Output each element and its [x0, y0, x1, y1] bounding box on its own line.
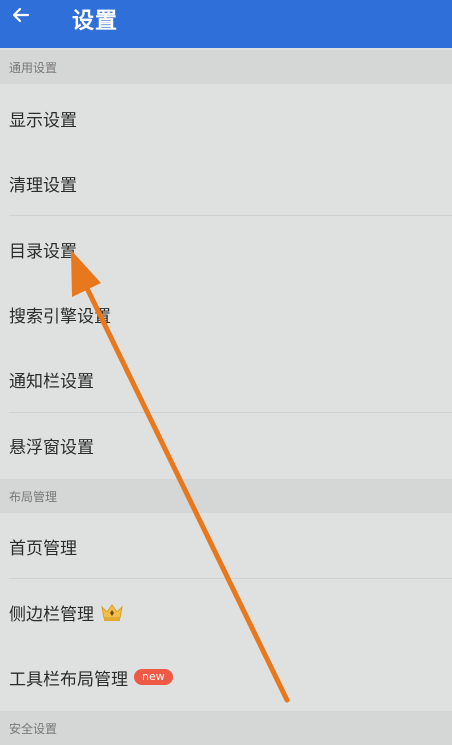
settings-item-clean[interactable]: 清理设置: [0, 151, 452, 215]
section-header-layout: 布局管理: [0, 479, 452, 513]
back-button[interactable]: [6, 4, 36, 32]
item-label: 显示设置: [9, 110, 77, 131]
item-label: 目录设置: [9, 241, 77, 262]
settings-item-directory[interactable]: 目录设置: [0, 217, 452, 281]
divider: [9, 578, 452, 579]
settings-item-display[interactable]: 显示设置: [0, 86, 452, 150]
settings-item-search-engine[interactable]: 搜索引擎设置: [0, 282, 452, 346]
settings-item-toolbar-layout[interactable]: 工具栏布局管理 new: [0, 645, 452, 709]
app-bar: 设置: [0, 0, 452, 48]
item-label: 清理设置: [9, 175, 77, 196]
item-label: 搜索引擎设置: [9, 306, 111, 327]
item-label: 侧边栏管理: [9, 604, 94, 625]
arrow-left-icon: [11, 5, 31, 31]
new-badge: new: [134, 669, 173, 685]
page-title: 设置: [72, 9, 119, 34]
item-label: 悬浮窗设置: [9, 437, 94, 458]
settings-item-notification-bar[interactable]: 通知栏设置: [0, 347, 452, 411]
item-label: 工具栏布局管理: [9, 669, 128, 690]
section-header-security: 安全设置: [0, 711, 452, 745]
settings-item-sidebar-manage[interactable]: 侧边栏管理: [0, 580, 452, 644]
divider: [9, 215, 452, 216]
crown-icon: [100, 602, 124, 622]
item-label: 首页管理: [9, 538, 77, 559]
settings-item-floating-window[interactable]: 悬浮窗设置: [0, 413, 452, 477]
settings-item-home-manage[interactable]: 首页管理: [0, 514, 452, 578]
item-label: 通知栏设置: [9, 371, 94, 392]
section-header-general: 通用设置: [0, 50, 452, 84]
